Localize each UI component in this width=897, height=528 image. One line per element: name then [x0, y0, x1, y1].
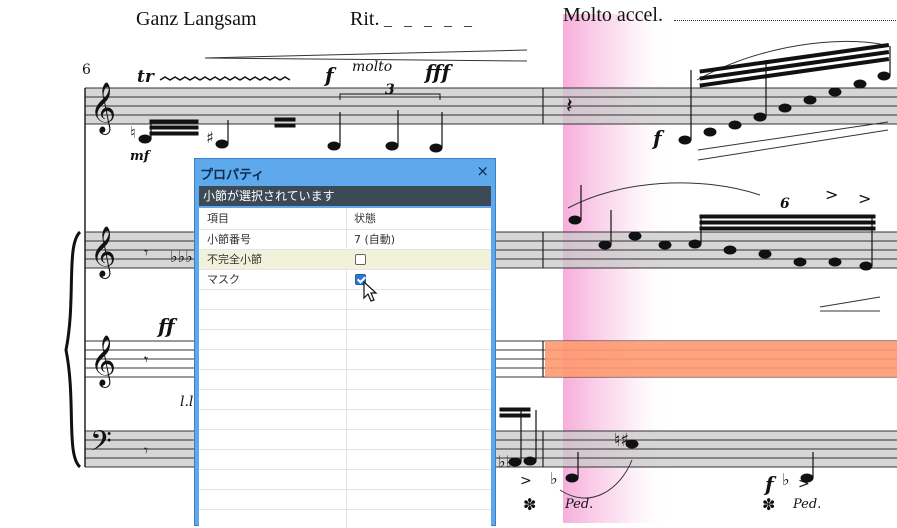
- pedal-mark-1: Ped.: [565, 497, 594, 512]
- accel-dotted-line: [674, 20, 896, 21]
- svg-text:𝄞: 𝄞: [90, 226, 116, 279]
- svg-text:𝄾: 𝄾: [144, 350, 148, 369]
- svg-text:♭♭: ♭♭: [498, 452, 513, 471]
- svg-text:♮: ♮: [130, 123, 136, 142]
- svg-text:>: >: [825, 185, 838, 204]
- header-state: 状態: [354, 212, 376, 225]
- row-label: 不完全小節: [207, 253, 262, 266]
- empty-row: [199, 390, 491, 410]
- empty-row: [199, 430, 491, 450]
- panel-title: プロパティ: [200, 168, 265, 183]
- empty-row: [199, 370, 491, 390]
- trill-mark: tr: [137, 67, 154, 87]
- incomplete-measure-checkbox[interactable]: [355, 254, 366, 265]
- tempo-mark-ganz-langsam: Ganz Langsam: [136, 8, 257, 30]
- tempo-mark-rit: Rit.: [350, 8, 380, 30]
- row-incomplete-measure[interactable]: 不完全小節: [199, 250, 491, 270]
- empty-row: [199, 490, 491, 510]
- rit-dashes: _ _ _ _ _: [384, 12, 476, 29]
- svg-text:♭: ♭: [550, 469, 558, 488]
- svg-text:𝄾: 𝄾: [144, 441, 148, 460]
- row-value[interactable]: 7 (自動): [354, 230, 395, 250]
- empty-row: [199, 290, 491, 310]
- staff-top[interactable]: [85, 87, 897, 125]
- svg-text:𝄞: 𝄞: [90, 335, 116, 388]
- svg-text:✽: ✽: [762, 495, 775, 514]
- svg-text:𝄢: 𝄢: [90, 425, 112, 465]
- empty-row: [199, 510, 491, 528]
- text-ll: l.l: [180, 394, 194, 410]
- header-item: 項目: [207, 212, 229, 225]
- row-mask[interactable]: マスク: [199, 270, 491, 290]
- row-label: マスク: [207, 273, 240, 286]
- row-label: 小節番号: [207, 233, 251, 246]
- mouse-cursor-icon: [363, 281, 378, 302]
- triplet-number: 3: [385, 82, 395, 98]
- dynamic-f: f: [325, 63, 334, 87]
- pedal-mark-2: Ped.: [793, 497, 822, 512]
- svg-text:♯: ♯: [206, 128, 214, 147]
- svg-text:✽: ✽: [523, 495, 536, 514]
- expression-molto: molto: [352, 59, 393, 75]
- svg-text:>: >: [520, 473, 532, 489]
- panel-titlebar[interactable]: プロパティ ×: [195, 159, 495, 185]
- dynamic-mf: mf: [130, 149, 150, 164]
- empty-row: [199, 310, 491, 330]
- svg-text:𝄽: 𝄽: [566, 94, 573, 119]
- close-icon[interactable]: ×: [476, 162, 489, 180]
- dynamic-fff: fff: [425, 60, 451, 84]
- empty-row: [199, 410, 491, 430]
- sextuplet-number: 6: [780, 196, 790, 212]
- piano-brace: [64, 230, 82, 469]
- dynamic-f-3: f: [765, 472, 774, 496]
- svg-text:𝄾: 𝄾: [144, 243, 148, 262]
- empty-row: [199, 470, 491, 490]
- empty-row: [199, 450, 491, 470]
- masked-measure-bar[interactable]: [545, 341, 897, 377]
- measure-number: 6: [82, 62, 91, 78]
- row-measure-number[interactable]: 小節番号 7 (自動): [199, 230, 491, 250]
- tempo-mark-molto-accel: Molto accel.: [563, 4, 663, 26]
- svg-text:>: >: [798, 476, 810, 492]
- svg-text:>: >: [858, 189, 871, 208]
- svg-text:♮♯: ♮♯: [614, 430, 629, 451]
- empty-row: [199, 330, 491, 350]
- dynamic-f-2: f: [653, 126, 662, 150]
- grid-header: 項目 状態: [199, 208, 491, 230]
- property-grid[interactable]: 項目 状態 小節番号 7 (自動) 不完全小節 マスク: [199, 208, 491, 528]
- dynamic-ff: ff: [158, 314, 175, 338]
- svg-text:♭♭♭: ♭♭♭: [170, 247, 193, 266]
- empty-row: [199, 350, 491, 370]
- svg-text:♭: ♭: [782, 470, 790, 489]
- svg-text:𝄞: 𝄞: [90, 82, 116, 135]
- selection-status: 小節が選択されています: [199, 186, 491, 206]
- properties-panel[interactable]: プロパティ × 小節が選択されています 項目 状態 小節番号 7 (自動) 不完…: [194, 158, 496, 528]
